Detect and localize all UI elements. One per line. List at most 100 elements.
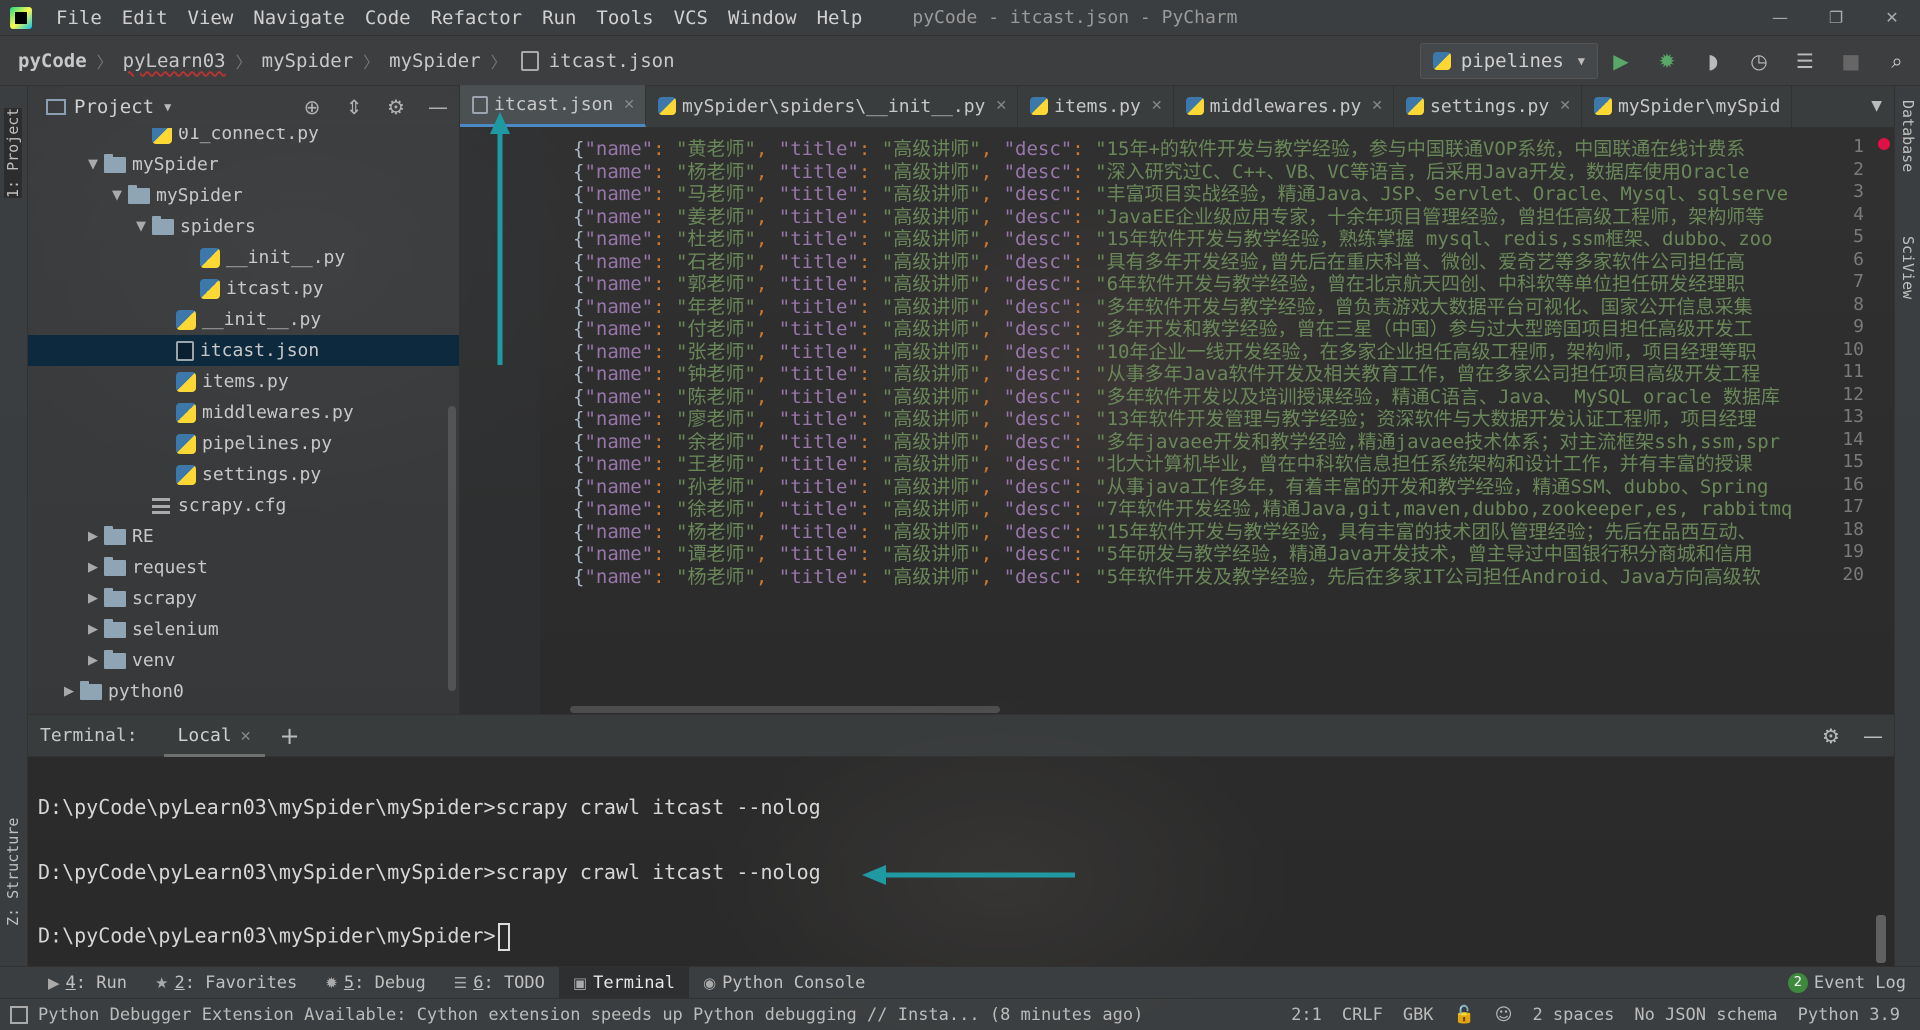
expand-arrow-icon[interactable]: ▼ bbox=[82, 157, 104, 172]
gear-icon[interactable]: ⚙ bbox=[375, 95, 417, 119]
expand-arrow-icon[interactable]: ▼ bbox=[106, 188, 128, 203]
hide-panel-icon[interactable]: — bbox=[1852, 724, 1894, 748]
stop-icon[interactable]: ■ bbox=[1828, 36, 1874, 86]
python-interpreter[interactable]: Python 3.9 bbox=[1788, 1005, 1910, 1025]
collapse-arrow-icon[interactable]: ▶ bbox=[82, 529, 104, 544]
locate-icon[interactable]: ⊕ bbox=[291, 95, 333, 119]
menu-run[interactable]: Run bbox=[532, 0, 586, 36]
tool-tab-python-console[interactable]: ◉ Python Console bbox=[689, 967, 879, 999]
indent-setting[interactable]: 2 spaces bbox=[1522, 1005, 1624, 1025]
line-separator[interactable]: CRLF bbox=[1332, 1005, 1393, 1025]
inspector-icon[interactable]: ☺ bbox=[1485, 1005, 1523, 1025]
horizontal-scrollbar[interactable] bbox=[570, 706, 1000, 713]
terminal-prompt[interactable]: D:\pyCode\pyLearn03\mySpider\mySpider> bbox=[38, 923, 510, 951]
terminal-scrollbar[interactable] bbox=[1876, 915, 1886, 963]
editor-tab[interactable]: settings.py ✕ bbox=[1394, 85, 1582, 127]
tree-item[interactable]: itcast.json bbox=[28, 335, 459, 366]
tool-tab-favorites[interactable]: ★ 2: Favorites bbox=[141, 967, 311, 999]
status-message[interactable]: Python Debugger Extension Available: Cyt… bbox=[38, 1005, 1143, 1025]
run-icon[interactable]: ▶ bbox=[1598, 36, 1644, 86]
project-tool-tab[interactable]: 1: Project bbox=[4, 107, 22, 198]
lock-icon[interactable]: 🔓 bbox=[1444, 1005, 1485, 1025]
tool-tab-debug[interactable]: ✹ 5: Debug bbox=[311, 967, 439, 999]
breadcrumb-item[interactable]: mySpider bbox=[258, 50, 358, 72]
tree-item[interactable]: settings.py bbox=[28, 459, 459, 490]
tree-item[interactable]: ▶ venv bbox=[28, 645, 459, 676]
editor-tab[interactable]: middlewares.py ✕ bbox=[1174, 85, 1395, 127]
search-icon[interactable]: ⌕ bbox=[1874, 36, 1920, 86]
hide-panel-icon[interactable]: — bbox=[417, 95, 459, 119]
close-icon[interactable]: ✕ bbox=[1559, 98, 1571, 114]
run-configuration-select[interactable]: pipelines ▼ bbox=[1419, 42, 1598, 79]
menu-window[interactable]: Window bbox=[718, 0, 807, 36]
menu-help[interactable]: Help bbox=[807, 0, 873, 36]
collapse-arrow-icon[interactable]: ▶ bbox=[82, 560, 104, 575]
tool-tab-todo[interactable]: ☰ 6: TODO bbox=[440, 967, 559, 999]
close-window-icon[interactable]: ✕ bbox=[1864, 0, 1920, 36]
tree-item[interactable]: ▼ mySpider bbox=[28, 149, 459, 180]
project-scrollbar[interactable] bbox=[448, 406, 456, 691]
panel-toggle-icon[interactable] bbox=[10, 1005, 28, 1024]
project-panel-title[interactable]: Project bbox=[74, 96, 154, 118]
menu-view[interactable]: View bbox=[178, 0, 244, 36]
maximize-icon[interactable]: ❐ bbox=[1808, 0, 1864, 36]
breadcrumb-current-file[interactable]: itcast.json bbox=[545, 50, 679, 72]
tool-tab-run[interactable]: ▶ 4: Run bbox=[34, 967, 141, 999]
collapse-arrow-icon[interactable]: ▶ bbox=[58, 684, 80, 699]
collapse-arrow-icon[interactable]: ▶ bbox=[82, 653, 104, 668]
error-indicator-icon[interactable] bbox=[1878, 138, 1890, 150]
breadcrumb-item[interactable]: mySpider bbox=[385, 50, 485, 72]
close-icon[interactable]: ✕ bbox=[995, 98, 1007, 114]
tree-item[interactable]: itcast.py bbox=[28, 273, 459, 304]
terminal-tab-local[interactable]: Local ✕ bbox=[163, 715, 266, 757]
database-tool-tab[interactable]: Database bbox=[1899, 100, 1917, 172]
caret-position[interactable]: 2:1 bbox=[1281, 1005, 1332, 1025]
sciview-tool-tab[interactable]: SciView bbox=[1899, 236, 1917, 299]
tree-item[interactable]: ▶ python0 bbox=[28, 676, 459, 707]
structure-tool-tab[interactable]: Z: Structure bbox=[4, 818, 22, 926]
close-icon[interactable]: ✕ bbox=[1371, 98, 1383, 114]
profile-icon[interactable]: ◷ bbox=[1736, 36, 1782, 86]
editor-tab[interactable]: items.py ✕ bbox=[1018, 85, 1174, 127]
menu-edit[interactable]: Edit bbox=[112, 0, 178, 36]
tree-item[interactable]: ▶ selenium bbox=[28, 614, 459, 645]
expand-arrow-icon[interactable]: ▼ bbox=[130, 219, 152, 234]
menu-code[interactable]: Code bbox=[355, 0, 421, 36]
minimize-icon[interactable]: — bbox=[1752, 0, 1808, 36]
tool-tab-terminal[interactable]: ▣ Terminal bbox=[558, 966, 689, 999]
close-icon[interactable]: ✕ bbox=[623, 97, 635, 113]
tree-item[interactable]: items.py bbox=[28, 366, 459, 397]
menu-refactor[interactable]: Refactor bbox=[421, 0, 533, 36]
new-terminal-icon[interactable]: + bbox=[279, 722, 299, 750]
menu-file[interactable]: File bbox=[46, 0, 112, 36]
collapse-arrow-icon[interactable]: ▶ bbox=[82, 591, 104, 606]
tree-item[interactable]: middlewares.py bbox=[28, 397, 459, 428]
close-icon[interactable]: ✕ bbox=[1151, 98, 1163, 114]
breadcrumb-item[interactable]: pyLearn03 bbox=[119, 50, 230, 72]
gear-icon[interactable]: ⚙ bbox=[1810, 724, 1852, 748]
code-area[interactable]: 1 {"name": "黄老师", "title": "高级讲师", "desc"… bbox=[460, 128, 1894, 714]
tree-item[interactable]: scrapy.cfg bbox=[28, 490, 459, 521]
tree-item[interactable]: ▼ mySpider bbox=[28, 180, 459, 211]
editor-tab[interactable]: mySpider\spiders\__init__.py ✕ bbox=[646, 85, 1019, 127]
tab-list-chevron-icon[interactable]: ▼ bbox=[1859, 85, 1894, 127]
tree-item[interactable]: ▶ scrapy bbox=[28, 583, 459, 614]
json-schema[interactable]: No JSON schema bbox=[1624, 1005, 1787, 1025]
menu-vcs[interactable]: VCS bbox=[664, 0, 718, 36]
breadcrumb-root[interactable]: pyCode bbox=[0, 50, 91, 72]
file-encoding[interactable]: GBK bbox=[1393, 1005, 1444, 1025]
tree-item[interactable]: ▶ RE bbox=[28, 521, 459, 552]
chevron-down-icon[interactable]: ▼ bbox=[164, 100, 171, 114]
debug-icon[interactable]: ✹ bbox=[1644, 36, 1690, 86]
editor-tab[interactable]: mySpider\mySpid bbox=[1582, 85, 1792, 127]
tree-item[interactable]: __init__.py bbox=[28, 242, 459, 273]
tree-item[interactable]: ▶ request bbox=[28, 552, 459, 583]
build-icon[interactable]: ☰ bbox=[1782, 36, 1828, 86]
close-icon[interactable]: ✕ bbox=[240, 729, 252, 745]
collapse-all-icon[interactable]: ⇕ bbox=[333, 95, 375, 119]
menu-navigate[interactable]: Navigate bbox=[243, 0, 355, 36]
coverage-icon[interactable]: ◗ bbox=[1690, 36, 1736, 86]
event-log-button[interactable]: 2 Event Log bbox=[1774, 967, 1920, 999]
tree-item[interactable]: pipelines.py bbox=[28, 428, 459, 459]
tree-item[interactable]: 01_connect.py bbox=[28, 128, 459, 149]
